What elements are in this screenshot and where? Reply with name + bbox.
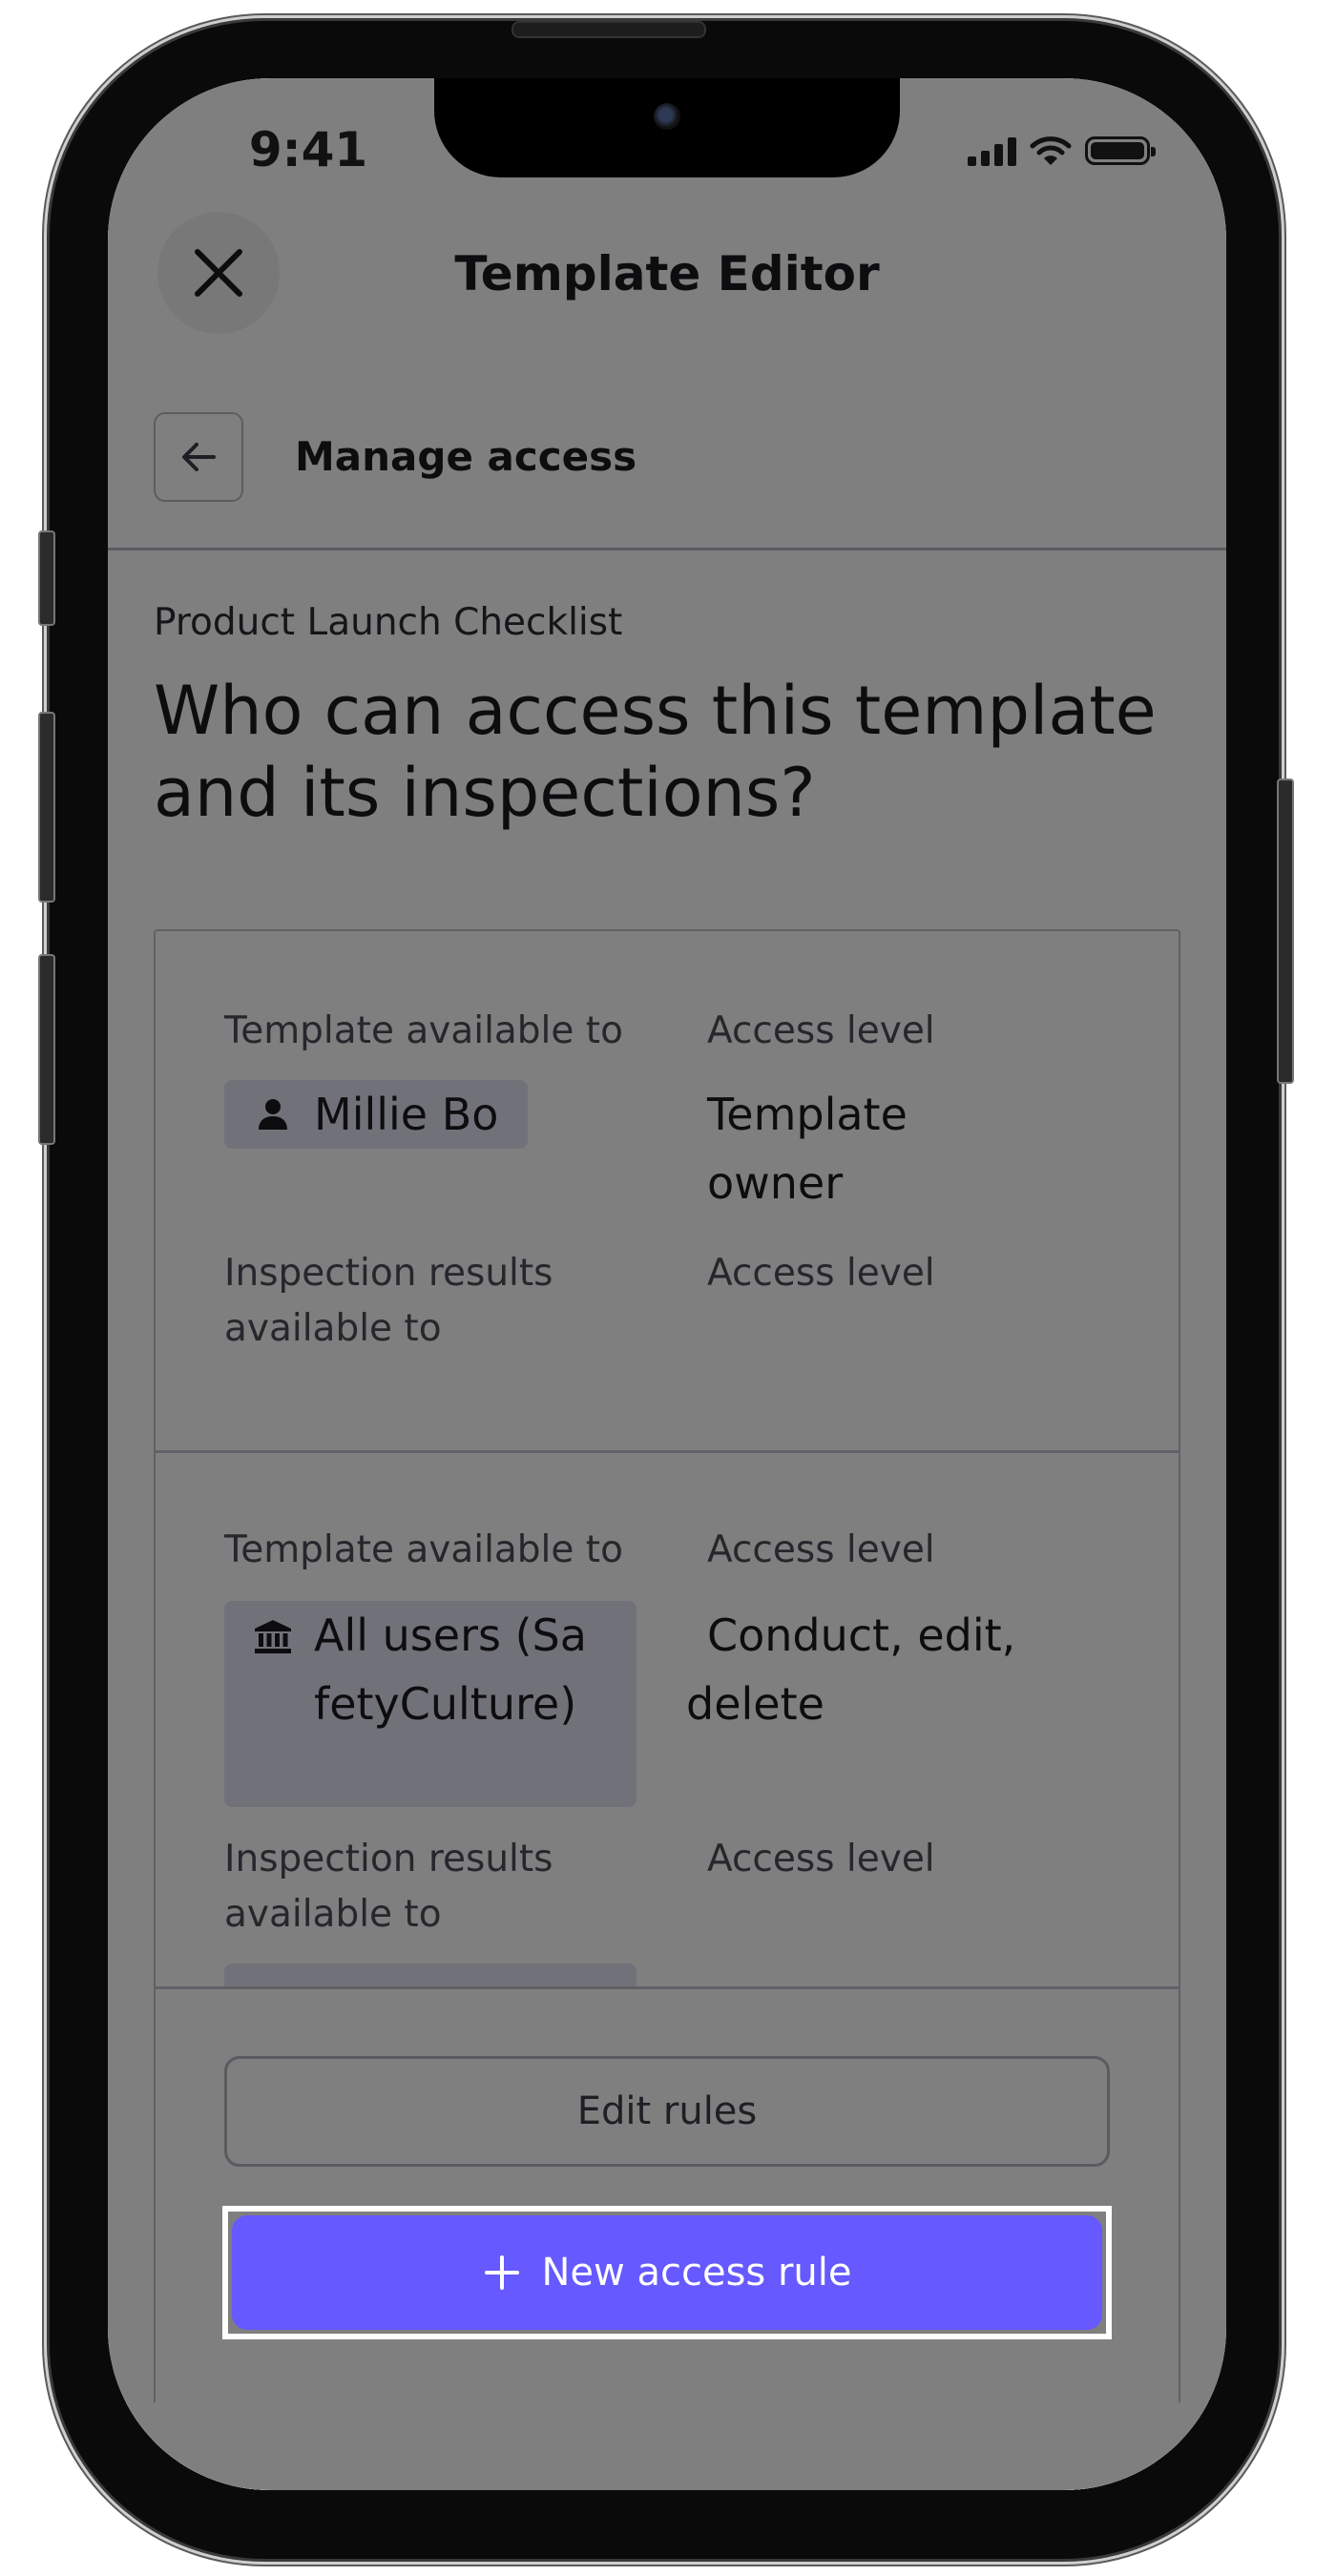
edit-rules-button[interactable]: Edit rules (224, 2056, 1110, 2167)
rule-access-level-label: Access level (707, 1009, 935, 1052)
header-divider (108, 548, 1226, 551)
assignee-chip: Millie Bo (224, 1080, 528, 1149)
rule-template-label: Template available to (224, 1009, 623, 1052)
earpiece-speaker (511, 21, 706, 38)
bottom-area (108, 2402, 1226, 2490)
section-title: Manage access (295, 433, 637, 480)
mute-switch (38, 530, 55, 626)
new-access-rule-button[interactable]: New access rule (232, 2215, 1102, 2330)
rule-divider (156, 1450, 1179, 1453)
person-icon (251, 1097, 295, 1132)
rule-access-level: Template owner (707, 1089, 908, 1209)
template-editor-app: Template Editor Manage access Product La… (108, 78, 1226, 2490)
camera-icon (654, 103, 680, 130)
organization-icon (251, 1618, 295, 1654)
rule-template-label: Template available to (224, 1528, 623, 1571)
assignee-name: Millie Bo (314, 1089, 499, 1140)
back-button[interactable] (154, 412, 243, 502)
volume-down-button (38, 954, 55, 1145)
rule-results-label: Inspection results available to (224, 1838, 553, 1936)
wifi-icon (1030, 136, 1072, 165)
nav-title: Template Editor (454, 246, 880, 301)
status-icons (968, 132, 1156, 170)
template-name: Product Launch Checklist (154, 601, 623, 644)
arrow-left-icon (182, 443, 216, 471)
phone-screen: Template Editor Manage access Product La… (108, 78, 1226, 2490)
assignee-name: All users (SafetyCulture) (314, 1610, 587, 1730)
power-button (1277, 779, 1294, 1084)
new-access-rule-label: New access rule (541, 2251, 852, 2295)
rule-access-level: Conduct, edit, delete (686, 1610, 1016, 1730)
rule-results-access-label: Access level (707, 1252, 935, 1295)
page-headline: Who can access this template and its ins… (154, 672, 1157, 832)
status-time: 9:41 (248, 122, 368, 177)
assignee-chip: All users (SafetyCulture) (224, 1601, 637, 1807)
cellular-signal-icon (968, 135, 1016, 166)
plus-icon (484, 2255, 519, 2290)
battery-icon (1085, 136, 1156, 165)
rule-results-label: Inspection results available to (224, 1252, 553, 1350)
notch (434, 78, 900, 177)
rule-results-access-label: Access level (707, 1838, 935, 1880)
spotlight-highlight: New access rule (222, 2206, 1112, 2339)
rule-access-level-label: Access level (707, 1528, 935, 1571)
volume-up-button (38, 712, 55, 903)
